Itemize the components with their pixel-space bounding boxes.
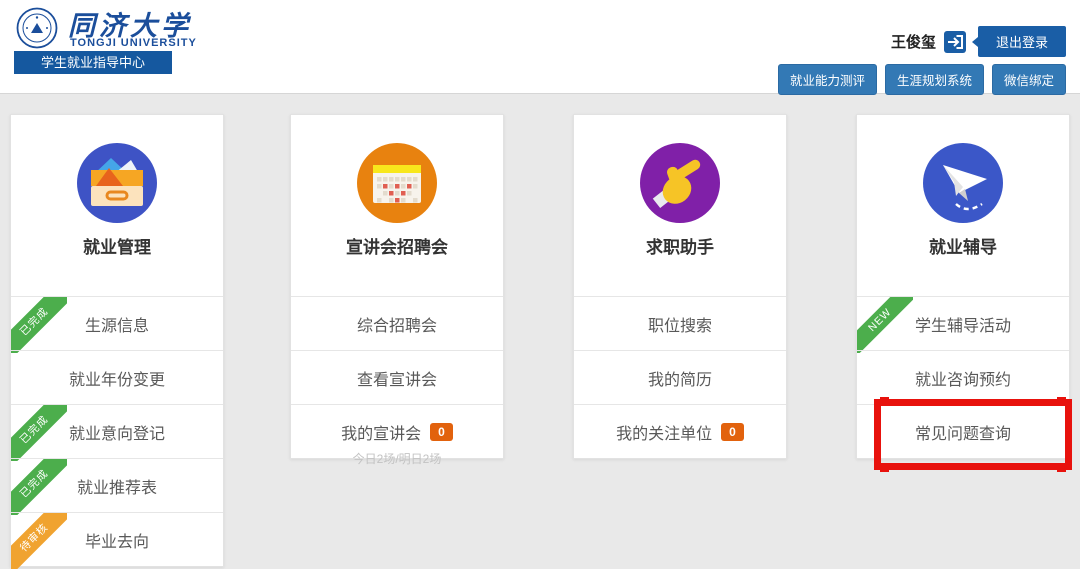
- menu-item[interactable]: NEW学生辅导活动: [857, 296, 1069, 350]
- card-header: 宣讲会招聘会: [291, 143, 503, 296]
- university-seal-icon: [16, 7, 58, 49]
- menu-item-label: 就业意向登记: [69, 420, 165, 444]
- card-title: 就业辅导: [857, 233, 1069, 258]
- menu-item[interactable]: 我的关注单位 0: [574, 404, 786, 458]
- count-badge: 0: [721, 423, 744, 441]
- page-header: 同济大学 TONGJI UNIVERSITY 学生就业指导中心 王俊玺 退出登录…: [0, 0, 1080, 94]
- menu-item[interactable]: 就业咨询预约: [857, 350, 1069, 404]
- card-header: 就业管理: [11, 143, 223, 296]
- status-ribbon-corner: NEW: [857, 297, 913, 353]
- card-4: 就业辅导NEW学生辅导活动就业咨询预约常见问题查询: [856, 114, 1070, 459]
- menu-item[interactable]: 综合招聘会: [291, 296, 503, 350]
- menu-item-label: 我的关注单位: [616, 420, 712, 444]
- status-ribbon: 已完成: [11, 297, 67, 353]
- status-ribbon: 待审核: [11, 513, 67, 569]
- card-2: 宣讲会招聘会综合招聘会查看宣讲会我的宣讲会 0: [290, 114, 504, 459]
- menu-item-label: 职位搜索: [648, 312, 712, 336]
- card-1: 就业管理已完成生源信息就业年份变更已完成就业意向登记已完成就业推荐表待审核毕业去…: [10, 114, 224, 567]
- status-ribbon-corner: 已完成: [11, 459, 67, 515]
- menu-item-label: 我的简历: [648, 366, 712, 390]
- status-ribbon-corner: 已完成: [11, 405, 67, 461]
- status-ribbon-corner: 已完成: [11, 297, 67, 353]
- menu-item[interactable]: 已完成就业推荐表: [11, 458, 223, 512]
- nav-button-career-test[interactable]: 就业能力测评: [778, 64, 877, 95]
- menu-item-label: 毕业去向: [85, 528, 149, 552]
- menu-item-label: 综合招聘会: [357, 312, 437, 336]
- menu-item-label: 查看宣讲会: [357, 366, 437, 390]
- card-footer-note: 今日2场/明日2场: [290, 450, 504, 467]
- highlight-annotation-handle: [880, 463, 889, 472]
- university-name-en: TONGJI UNIVERSITY: [70, 37, 197, 49]
- card-title: 求职助手: [574, 233, 786, 258]
- menu-item-label: 生源信息: [85, 312, 149, 336]
- menu-item-label: 我的宣讲会: [341, 420, 421, 444]
- card-header: 就业辅导: [857, 143, 1069, 296]
- menu-item[interactable]: 待审核毕业去向: [11, 512, 223, 566]
- cards-area: 就业管理已完成生源信息就业年份变更已完成就业意向登记已完成就业推荐表待审核毕业去…: [0, 95, 1080, 552]
- nav-button-career-planning[interactable]: 生涯规划系统: [885, 64, 984, 95]
- card-title: 宣讲会招聘会: [291, 233, 503, 258]
- menu-item-label: 学生辅导活动: [915, 312, 1011, 336]
- menu-item[interactable]: 就业年份变更: [11, 350, 223, 404]
- archive-drawer-icon: [77, 143, 157, 223]
- menu-item[interactable]: 已完成就业意向登记: [11, 404, 223, 458]
- card-3: 求职助手职位搜索我的简历我的关注单位 0: [573, 114, 787, 459]
- count-badge: 0: [430, 423, 453, 441]
- menu-item[interactable]: 我的简历: [574, 350, 786, 404]
- menu-item-label: 常见问题查询: [915, 420, 1011, 444]
- header-nav: 就业能力测评 生涯规划系统 微信绑定: [778, 64, 1066, 95]
- center-name-banner: 学生就业指导中心: [14, 51, 172, 74]
- paper-plane-icon: [923, 143, 1003, 223]
- menu-item[interactable]: 已完成生源信息: [11, 296, 223, 350]
- calendar-icon: [357, 143, 437, 223]
- menu-item-label: 就业推荐表: [77, 474, 157, 498]
- logout-button[interactable]: 退出登录: [978, 26, 1066, 57]
- user-row: 王俊玺 退出登录: [891, 26, 1066, 57]
- card-title: 就业管理: [11, 233, 223, 258]
- pointing-hand-icon: [640, 143, 720, 223]
- status-ribbon: NEW: [857, 297, 913, 353]
- menu-item[interactable]: 常见问题查询: [857, 404, 1069, 458]
- nav-button-wechat-bind[interactable]: 微信绑定: [992, 64, 1066, 95]
- status-ribbon: 已完成: [11, 405, 67, 461]
- logout-icon[interactable]: [944, 31, 966, 53]
- status-ribbon-corner: 待审核: [11, 513, 67, 569]
- highlight-annotation-handle: [1057, 463, 1066, 472]
- menu-item-label: 就业咨询预约: [915, 366, 1011, 390]
- menu-item-label: 就业年份变更: [69, 366, 165, 390]
- card-header: 求职助手: [574, 143, 786, 296]
- status-ribbon: 已完成: [11, 459, 67, 515]
- menu-item[interactable]: 职位搜索: [574, 296, 786, 350]
- menu-item[interactable]: 查看宣讲会: [291, 350, 503, 404]
- username: 王俊玺: [891, 31, 936, 52]
